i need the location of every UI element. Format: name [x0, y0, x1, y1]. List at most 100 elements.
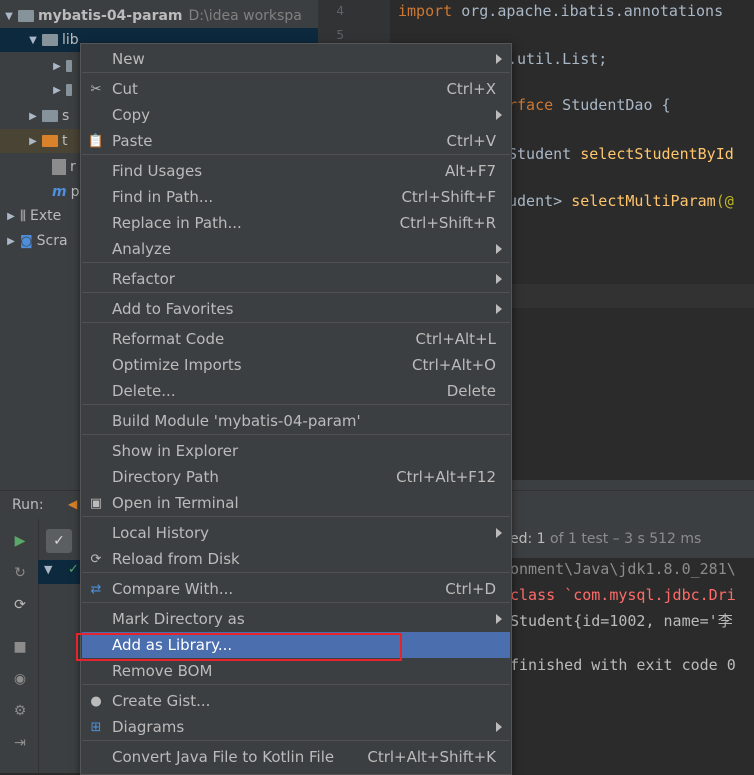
- method1-type: Student: [508, 145, 581, 163]
- submenu-arrow-icon: [496, 614, 502, 624]
- menu-item-diagrams[interactable]: ⊞ Diagrams: [82, 714, 510, 740]
- keyword-import: import: [398, 2, 453, 20]
- settings-icon[interactable]: ⚙: [12, 703, 28, 719]
- menu-item-label: Reformat Code: [112, 330, 225, 348]
- submenu-arrow-icon: [496, 54, 502, 64]
- menu-item-label: Find in Path...: [112, 188, 214, 206]
- chevron-right-icon[interactable]: ▶: [52, 85, 62, 96]
- root-module-path: D:\idea workspa: [188, 8, 302, 24]
- menu-item-remove-bom[interactable]: Remove BOM: [82, 658, 510, 684]
- menu-item-open-in-terminal[interactable]: ▣ Open in Terminal: [82, 490, 510, 516]
- menu-item-optimize-imports[interactable]: Optimize Imports Ctrl+Alt+O: [82, 352, 510, 378]
- menu-item-copy[interactable]: Copy: [82, 102, 510, 128]
- console-line: onment\Java\jdk1.8.0_281\: [510, 560, 736, 578]
- chevron-down-icon[interactable]: ▼: [28, 35, 38, 46]
- tree-row-root[interactable]: ▼ mybatis-04-param D:\idea workspa: [4, 4, 318, 28]
- code-line-method2: udent> selectMultiParam(@: [508, 192, 734, 210]
- menu-item-label: Copy: [112, 106, 151, 124]
- submenu-arrow-icon: [496, 244, 502, 254]
- tree-row-lib-child-1[interactable]: ▶: [52, 54, 76, 78]
- chevron-right-icon[interactable]: ▶: [28, 111, 38, 122]
- chevron-down-icon[interactable]: ▼: [4, 11, 14, 22]
- chevron-right-icon[interactable]: ▶: [52, 61, 62, 72]
- menu-item-mark-directory-as[interactable]: Mark Directory as: [82, 606, 510, 632]
- console-line: Student{id=1002, name='李: [510, 612, 733, 630]
- rerun-failed-icon[interactable]: ↻: [12, 565, 28, 581]
- menu-item-add-to-favorites[interactable]: Add to Favorites: [82, 296, 510, 322]
- test-passed-icon: ✓: [68, 562, 79, 577]
- maven-icon: m: [52, 184, 67, 200]
- console-output[interactable]: onment\Java\jdk1.8.0_281\ class `com.mys…: [510, 558, 754, 773]
- camera-icon[interactable]: ◉: [12, 671, 28, 687]
- rerun-icon[interactable]: ▶: [12, 533, 28, 549]
- exit-icon[interactable]: ⇥: [12, 735, 28, 751]
- file-icon: [52, 159, 66, 175]
- menu-item-shortcut: Ctrl+X: [446, 80, 496, 98]
- tree-row-scratches[interactable]: ▶ ◙ Scra: [6, 229, 67, 253]
- menu-item-label: Diagrams: [112, 718, 185, 736]
- tree-row-iml[interactable]: r: [52, 155, 76, 179]
- menu-item-label: Show in Explorer: [112, 442, 239, 460]
- menu-item-delete[interactable]: Delete... Delete: [82, 378, 510, 404]
- line-number: 5: [336, 28, 344, 42]
- menu-separator: [82, 516, 510, 517]
- stop-icon[interactable]: ■: [12, 639, 28, 655]
- chevron-down-icon[interactable]: ▼: [44, 563, 52, 576]
- context-menu: New ✂ Cut Ctrl+X Copy 📋 Paste Ctrl+V Find Usages…: [80, 43, 512, 775]
- menu-item-convert-java-file-to-kotlin-file[interactable]: Convert Java File to Kotlin File Ctrl+Alt…: [82, 744, 510, 770]
- menu-item-new[interactable]: New: [82, 46, 510, 72]
- console-line: class `com.mysql.jdbc.Dri: [510, 586, 736, 604]
- reload-icon: ⟳: [90, 551, 102, 567]
- tree-row-pom[interactable]: m p: [52, 180, 79, 204]
- run-tab-icon[interactable]: ◀: [68, 497, 77, 511]
- menu-item-cut[interactable]: ✂ Cut Ctrl+X: [82, 76, 510, 102]
- menu-item-refactor[interactable]: Refactor: [82, 266, 510, 292]
- test-tree-root-row[interactable]: ▼ ✓: [38, 560, 80, 584]
- menu-item-compare-with[interactable]: ⇄ Compare With... Ctrl+D: [82, 576, 510, 602]
- menu-separator: [82, 684, 510, 685]
- tree-row-src[interactable]: ▶ s: [28, 104, 69, 128]
- submenu-arrow-icon: [496, 304, 502, 314]
- menu-item-analyze[interactable]: Analyze: [82, 236, 510, 262]
- menu-item-reload-from-disk[interactable]: ⟳ Reload from Disk: [82, 546, 510, 572]
- method1-name: selectStudentById: [580, 145, 734, 163]
- menu-item-create-gist[interactable]: ● Create Gist...: [82, 688, 510, 714]
- menu-item-shortcut: Ctrl+Alt+O: [412, 356, 496, 374]
- tree-row-lib-child-2[interactable]: ▶: [52, 78, 76, 102]
- menu-item-label: Paste: [112, 132, 153, 150]
- run-toolbar: ▶ ↻ ⟳ ■ ◉ ⚙ ⇥: [0, 519, 39, 773]
- menu-item-find-in-path[interactable]: Find in Path... Ctrl+Shift+F: [82, 184, 510, 210]
- test-status-count: 1: [536, 531, 546, 547]
- chevron-right-icon[interactable]: ▶: [6, 236, 16, 247]
- menu-item-local-history[interactable]: Local History: [82, 520, 510, 546]
- menu-item-label: Delete...: [112, 382, 176, 400]
- menu-item-directory-path[interactable]: Directory Path Ctrl+Alt+F12: [82, 464, 510, 490]
- code-line-interface: rface StudentDao {: [508, 96, 671, 114]
- toggle-auto-test-icon[interactable]: ⟳: [12, 597, 28, 613]
- menu-item-label: Analyze: [112, 240, 172, 258]
- menu-item-show-in-explorer[interactable]: Show in Explorer: [82, 438, 510, 464]
- menu-separator: [82, 292, 510, 293]
- chevron-right-icon[interactable]: ▶: [6, 211, 16, 222]
- show-passed-toggle[interactable]: ✓: [46, 529, 72, 553]
- menu-item-label: Cut: [112, 80, 138, 98]
- menu-item-paste[interactable]: 📋 Paste Ctrl+V: [82, 128, 510, 154]
- annotation-highlight-box: [76, 633, 402, 661]
- menu-separator: [82, 572, 510, 573]
- menu-item-reformat-code[interactable]: Reformat Code Ctrl+Alt+L: [82, 326, 510, 352]
- menu-item-replace-in-path[interactable]: Replace in Path... Ctrl+Shift+R: [82, 210, 510, 236]
- check-icon: ✓: [53, 533, 65, 549]
- chevron-right-icon[interactable]: ▶: [28, 136, 38, 147]
- scissors-icon: ✂: [90, 81, 102, 97]
- menu-item-shortcut: Ctrl+Alt+L: [415, 330, 497, 348]
- menu-item-label: Compare With...: [112, 580, 234, 598]
- menu-item-label: Replace in Path...: [112, 214, 242, 232]
- menu-item-shortcut: Ctrl+Shift+R: [399, 214, 496, 232]
- menu-item-find-usages[interactable]: Find Usages Alt+F7: [82, 158, 510, 184]
- menu-item-build-module-mybatis-04-param[interactable]: Build Module 'mybatis-04-param': [82, 408, 510, 434]
- folder-icon: [42, 34, 58, 46]
- library-icon: ⫼: [20, 208, 26, 224]
- tree-row-external-libraries[interactable]: ▶ ⫼ Exte: [6, 204, 61, 228]
- menu-separator: [82, 154, 510, 155]
- menu-item-shortcut: Ctrl+Shift+F: [401, 188, 496, 206]
